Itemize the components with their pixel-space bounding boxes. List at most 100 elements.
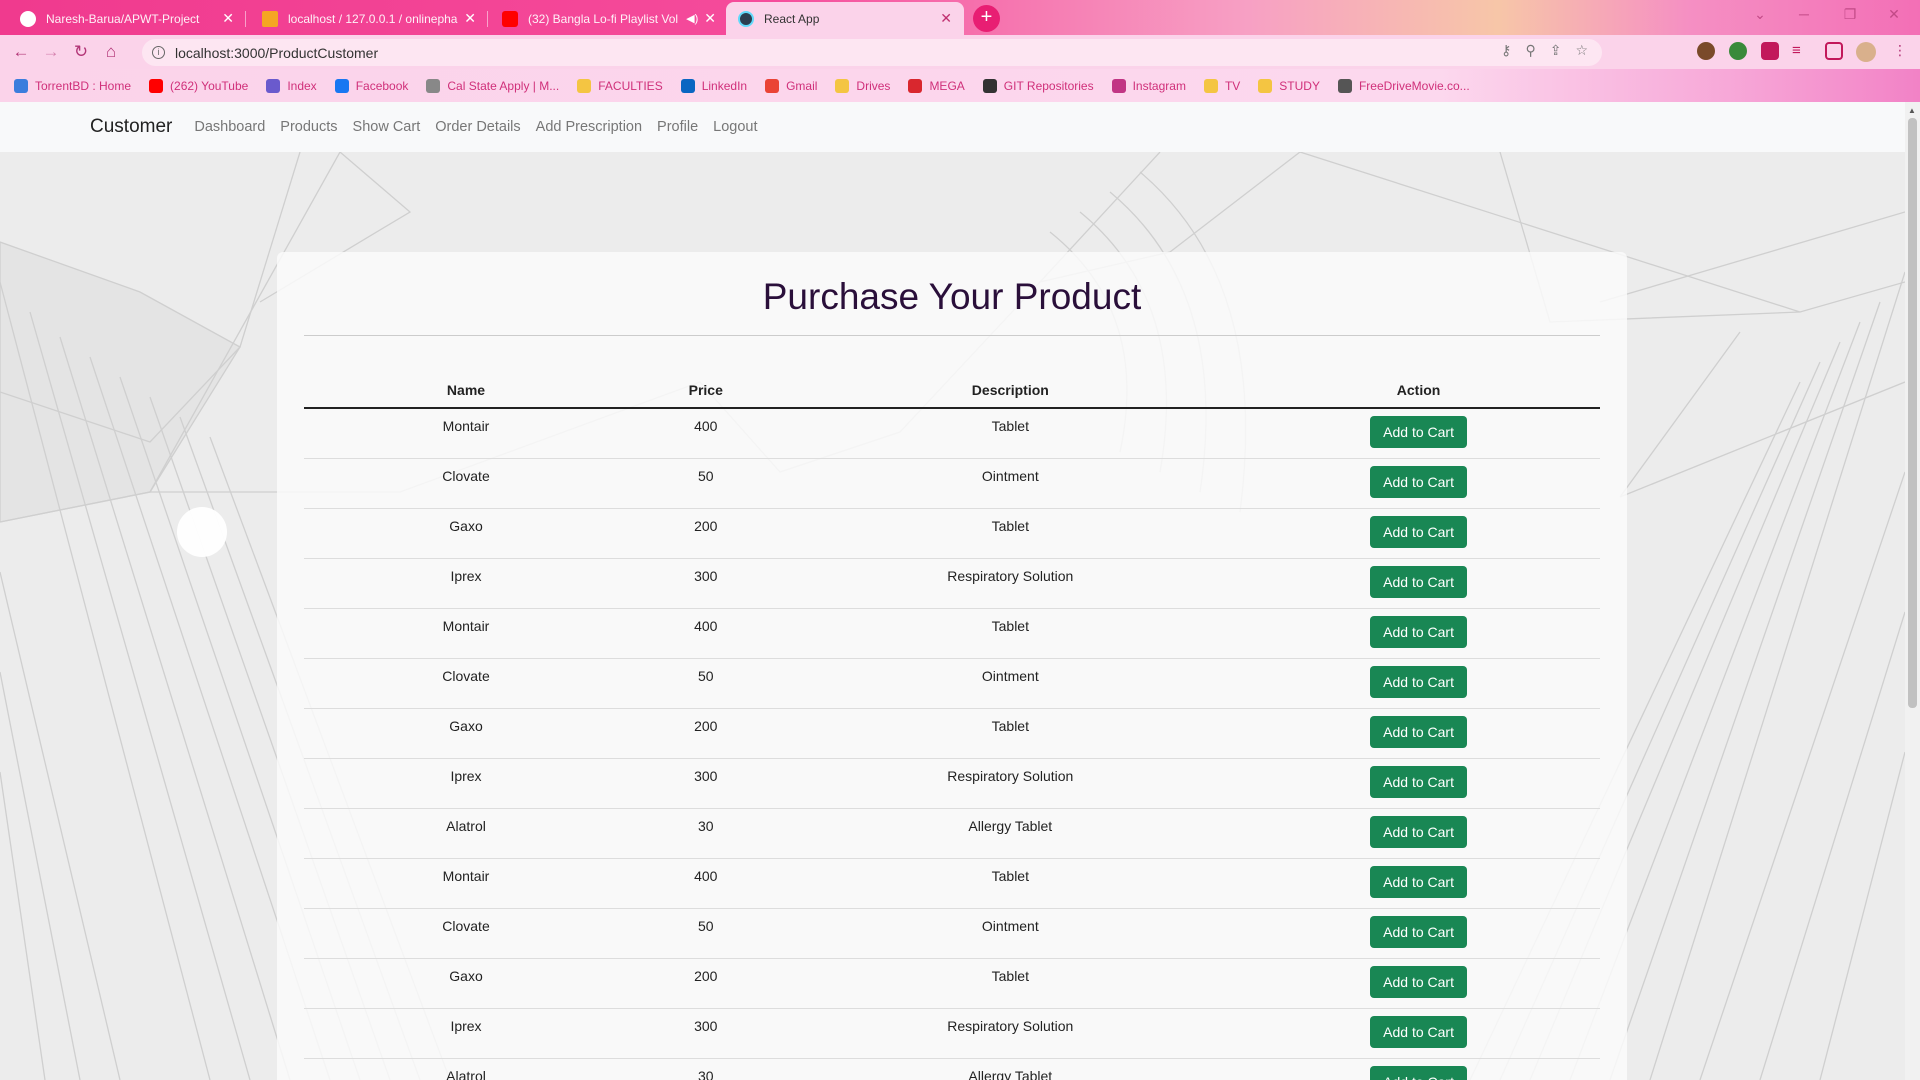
scroll-up-arrow-icon[interactable]: ▲ — [1908, 106, 1916, 115]
bookmark-item[interactable]: TV — [1203, 78, 1240, 93]
nav-link-order-details[interactable]: Order Details — [435, 119, 520, 135]
zoom-icon[interactable]: ⚲ — [1525, 42, 1535, 59]
bookmark-item[interactable]: Index — [266, 78, 317, 93]
tab-search-icon[interactable]: ⌄ — [1738, 0, 1782, 30]
table-header-row: Name Price Description Action — [304, 372, 1600, 409]
add-to-cart-button[interactable]: Add to Cart — [1370, 865, 1467, 898]
close-tab-icon[interactable]: ✕ — [704, 10, 716, 27]
bookmark-label: LinkedIn — [701, 78, 748, 93]
address-bar[interactable]: i localhost:3000/ProductCustomer ⚷ ⚲ ⇪ ☆ — [142, 39, 1602, 66]
close-tab-icon[interactable]: ✕ — [940, 10, 952, 27]
bookmark-star-icon[interactable]: ☆ — [1575, 42, 1588, 59]
key-icon[interactable]: ⚷ — [1501, 42, 1511, 59]
bookmark-item[interactable]: Cal State Apply | M... — [426, 78, 559, 93]
product-price-cell: 200 — [628, 508, 784, 559]
new-tab-button[interactable]: + — [973, 5, 1000, 32]
browser-tab[interactable]: (32) Bangla Lo-fi Playlist Vol ◀) ✕ — [490, 2, 728, 35]
product-price-cell: 400 — [628, 858, 784, 909]
menu-icon[interactable]: ⋮ — [1893, 42, 1907, 59]
add-to-cart-button[interactable]: Add to Cart — [1370, 815, 1467, 848]
scrollbar-thumb[interactable] — [1908, 118, 1917, 708]
browser-toolbar: ← → ↻ ⌂ i localhost:3000/ProductCustomer… — [0, 35, 1920, 69]
action-cell: Add to Cart — [1237, 558, 1600, 609]
table-row: Gaxo 200 Tablet Add to Cart — [304, 508, 1600, 559]
add-to-cart-button[interactable]: Add to Cart — [1370, 615, 1467, 648]
product-name-cell: Gaxo — [304, 958, 628, 1009]
bookmark-item[interactable]: STUDY — [1258, 78, 1320, 93]
product-name-cell: Gaxo — [304, 708, 628, 759]
nav-link-logout[interactable]: Logout — [713, 119, 757, 135]
bookmark-item[interactable]: LinkedIn — [680, 78, 748, 93]
nav-link-dashboard[interactable]: Dashboard — [194, 119, 265, 135]
nav-link-profile[interactable]: Profile — [657, 119, 698, 135]
home-icon[interactable]: ⌂ — [96, 42, 126, 62]
bookmark-item[interactable]: Drives — [835, 78, 891, 93]
bookmark-label: MEGA — [929, 78, 965, 93]
cookie-extension-icon[interactable] — [1697, 42, 1715, 60]
table-row: Gaxo 200 Tablet Add to Cart — [304, 958, 1600, 1009]
close-tab-icon[interactable]: ✕ — [464, 10, 476, 27]
product-description-cell: Respiratory Solution — [783, 1008, 1238, 1059]
bookmark-favicon-icon — [426, 78, 441, 93]
add-to-cart-button[interactable]: Add to Cart — [1370, 1065, 1467, 1080]
add-to-cart-button[interactable]: Add to Cart — [1370, 715, 1467, 748]
add-to-cart-button[interactable]: Add to Cart — [1370, 665, 1467, 698]
add-to-cart-button[interactable]: Add to Cart — [1370, 1015, 1467, 1048]
add-to-cart-button[interactable]: Add to Cart — [1370, 565, 1467, 598]
extension-icon[interactable] — [1729, 42, 1747, 60]
reload-icon[interactable]: ↻ — [66, 42, 96, 62]
add-to-cart-button[interactable]: Add to Cart — [1370, 416, 1467, 448]
nav-link-show-cart[interactable]: Show Cart — [353, 119, 421, 135]
product-description-cell: Tablet — [783, 608, 1238, 659]
bookmark-favicon-icon — [1337, 78, 1352, 93]
table-row: Alatrol30Allergy Tablet Add to Cart — [304, 1058, 1600, 1080]
product-price-cell: 30 — [628, 808, 784, 859]
add-to-cart-button[interactable]: Add to Cart — [1370, 965, 1467, 998]
table-row: Clovate 50 Ointment Add to Cart — [304, 908, 1600, 959]
product-price-cell: 50 — [628, 658, 784, 709]
product-price-cell: 50 — [628, 908, 784, 959]
forward-icon[interactable]: → — [36, 42, 66, 62]
add-to-cart-button[interactable]: Add to Cart — [1370, 515, 1467, 548]
navbar-brand[interactable]: Customer — [90, 116, 172, 138]
add-to-cart-button[interactable]: Add to Cart — [1370, 765, 1467, 798]
share-icon[interactable]: ⇪ — [1550, 42, 1562, 59]
close-tab-icon[interactable]: ✕ — [222, 10, 234, 27]
bookmark-item[interactable]: Facebook — [334, 78, 408, 93]
browser-tab[interactable]: Naresh-Barua/APWT-Project ✕ — [8, 2, 246, 35]
puzzle-extensions-icon[interactable] — [1761, 42, 1779, 60]
site-info-icon[interactable]: i — [152, 46, 165, 59]
audio-playing-icon[interactable]: ◀) — [686, 12, 698, 25]
profile-avatar-icon[interactable] — [1856, 42, 1876, 62]
page-scrollbar[interactable]: ▲ — [1905, 102, 1920, 1080]
table-row: Iprex 300 Respiratory Solution Add to Cart — [304, 758, 1600, 809]
bookmark-item[interactable]: Instagram — [1111, 78, 1186, 93]
product-description-cell: Ointment — [783, 658, 1238, 709]
youtube-icon — [502, 10, 518, 27]
bookmark-label: Drives — [856, 78, 891, 93]
bookmark-label: (262) YouTube — [170, 78, 249, 93]
bookmark-label: STUDY — [1279, 78, 1320, 93]
browser-tab[interactable]: localhost / 127.0.0.1 / onlinepha ✕ — [250, 2, 488, 35]
bookmark-item[interactable]: MEGA — [908, 78, 965, 93]
browser-tab-active[interactable]: React App ✕ — [726, 2, 964, 35]
restore-button[interactable]: ❐ — [1828, 0, 1872, 30]
nav-link-add-prescription[interactable]: Add Prescription — [536, 119, 642, 135]
minimize-button[interactable]: ─ — [1782, 0, 1826, 30]
bookmarks-bar: TorrentBD : Home (262) YouTube Index Facebo… — [0, 69, 1920, 102]
side-panel-icon[interactable] — [1825, 42, 1843, 60]
react-icon — [738, 10, 754, 27]
bookmark-item[interactable]: TorrentBD : Home — [14, 78, 131, 93]
bookmark-item[interactable]: Gmail — [765, 78, 817, 93]
bookmark-item[interactable]: FACULTIES — [577, 78, 663, 93]
add-to-cart-button[interactable]: Add to Cart — [1370, 465, 1467, 498]
reading-list-icon[interactable]: ≡ — [1792, 42, 1810, 60]
back-icon[interactable]: ← — [6, 42, 36, 62]
bookmark-item[interactable]: GIT Repositories — [982, 78, 1094, 93]
bookmark-item[interactable]: FreeDriveMovie.co... — [1337, 78, 1470, 93]
bookmark-item[interactable]: (262) YouTube — [149, 78, 249, 93]
add-to-cart-button[interactable]: Add to Cart — [1370, 915, 1467, 948]
close-window-button[interactable]: ✕ — [1872, 0, 1916, 30]
nav-link-products[interactable]: Products — [280, 119, 337, 135]
browser-tab-strip: Naresh-Barua/APWT-Project ✕ localhost / … — [0, 0, 1920, 35]
